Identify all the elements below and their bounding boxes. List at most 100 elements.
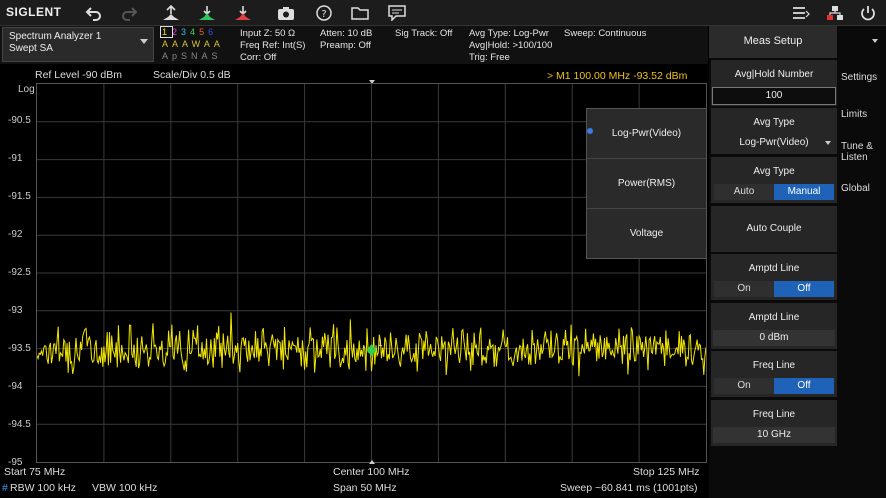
auto-couple-key[interactable]: Auto Couple bbox=[711, 206, 837, 252]
trace-3-number[interactable]: 3 bbox=[181, 27, 190, 37]
camera-icon[interactable] bbox=[275, 3, 297, 22]
trace-type-row: AAAWAA bbox=[162, 39, 224, 49]
freq-ref: Freq Ref: Int(S) bbox=[240, 40, 306, 51]
message-icon[interactable] bbox=[386, 3, 408, 22]
y-tick-label: -94 bbox=[8, 381, 23, 392]
freq-off-option[interactable]: Off bbox=[774, 378, 834, 394]
tab-limits[interactable]: Limits bbox=[841, 109, 867, 120]
freq-line-key[interactable]: Freq Line On Off bbox=[711, 351, 837, 397]
amptd-line-toggle[interactable]: On Off bbox=[714, 281, 834, 297]
tab-settings[interactable]: Settings bbox=[841, 72, 877, 83]
start-freq[interactable]: Start 75 MHz bbox=[4, 466, 65, 478]
freq-line2-label: Freq Line bbox=[752, 409, 796, 420]
trace-1-number[interactable]: 1 bbox=[159, 26, 174, 38]
option-voltage[interactable]: Voltage bbox=[587, 209, 706, 258]
scale-div: Scale/Div 0.5 dB bbox=[153, 69, 231, 81]
freq-line-value-key[interactable]: Freq Line 10 GHz bbox=[711, 400, 837, 446]
avg-type-mode-key[interactable]: Avg Type Auto Manual bbox=[711, 157, 837, 203]
freq-line-value[interactable]: 10 GHz bbox=[713, 427, 835, 443]
tab-global[interactable]: Global bbox=[841, 183, 870, 194]
meas-setup-header[interactable]: Meas Setup bbox=[709, 26, 837, 58]
chevron-down-icon bbox=[825, 141, 831, 145]
avg-type-key[interactable]: Avg Type Log-Pwr(Video) bbox=[711, 108, 837, 154]
chevron-down-icon bbox=[140, 39, 148, 44]
center-freq[interactable]: Center 100 MHz bbox=[333, 466, 409, 478]
option-voltage-label: Voltage bbox=[629, 228, 664, 239]
input-z: Input Z: 50 Ω bbox=[240, 28, 296, 39]
mode-line1: Spectrum Analyzer 1 bbox=[9, 31, 102, 42]
trace-5-number[interactable]: 5 bbox=[199, 27, 208, 37]
redo-icon[interactable] bbox=[118, 3, 140, 22]
rbw[interactable]: RBW 100 kHz bbox=[10, 482, 76, 494]
network-icon[interactable] bbox=[824, 3, 846, 22]
freq-on-option[interactable]: On bbox=[714, 378, 774, 394]
siglent-logo: SIGLENT bbox=[6, 5, 62, 19]
amptd-line2-label: Amptd Line bbox=[748, 312, 800, 323]
auto-option[interactable]: Auto bbox=[714, 184, 774, 200]
help-icon[interactable]: ? bbox=[313, 3, 335, 22]
trace-det-row: ApSNAS bbox=[162, 51, 222, 61]
avg-hold-input[interactable]: 100 bbox=[712, 87, 836, 105]
span[interactable]: Span 50 MHz bbox=[333, 482, 397, 494]
option-power-rms-label: Power(RMS) bbox=[617, 178, 676, 189]
y-tick-label: -91.5 bbox=[8, 191, 31, 202]
y-tick-label: -93 bbox=[8, 305, 23, 316]
power-icon[interactable] bbox=[857, 3, 879, 22]
panel-title: Meas Setup bbox=[743, 35, 803, 47]
amptd-on-option[interactable]: On bbox=[714, 281, 774, 297]
amptd-line-key[interactable]: Amptd Line On Off bbox=[711, 254, 837, 300]
amptd-line-value-key[interactable]: Amptd Line 0 dBm bbox=[711, 303, 837, 349]
option-power-rms[interactable]: Power(RMS) bbox=[587, 159, 706, 209]
tab-tune-listen[interactable]: Tune & Listen bbox=[841, 141, 873, 163]
atten: Atten: 10 dB bbox=[320, 28, 373, 39]
rbw-coupled-flag: # bbox=[2, 482, 8, 494]
avg-hold-status: Avg|Hold: >100/100 bbox=[469, 40, 553, 51]
avg-type-value: Log-Pwr(Video) bbox=[739, 137, 809, 148]
sweep-time[interactable]: Sweep ~60.841 ms (1001pts) bbox=[560, 482, 697, 494]
freq-line-label: Freq Line bbox=[752, 360, 796, 371]
trig-status: Trig: Free bbox=[469, 52, 510, 63]
chevron-down-icon[interactable] bbox=[872, 39, 878, 43]
center-bottom-marker-icon bbox=[369, 460, 375, 464]
avg-hold-label: Avg|Hold Number bbox=[734, 69, 814, 80]
trace-4-number[interactable]: 4 bbox=[190, 27, 199, 37]
stop-freq[interactable]: Stop 125 MHz bbox=[633, 466, 700, 478]
y-tick-label: -90.5 bbox=[8, 115, 31, 126]
option-log-pwr[interactable]: Log-Pwr(Video) bbox=[587, 109, 706, 159]
avg-type-select[interactable]: Log-Pwr(Video) bbox=[713, 135, 835, 151]
corr: Corr: Off bbox=[240, 52, 277, 63]
peak-icon[interactable] bbox=[160, 3, 182, 22]
auto-couple-label: Auto Couple bbox=[746, 223, 802, 234]
undo-icon[interactable] bbox=[83, 3, 105, 22]
trace-6-number[interactable]: 6 bbox=[208, 27, 217, 37]
marker-readout: > M1 100.00 MHz -93.52 dBm bbox=[547, 70, 688, 82]
avg-type-mode-label: Avg Type bbox=[753, 166, 795, 177]
marker-1-label: 1 bbox=[378, 338, 383, 348]
mode-selector[interactable]: Spectrum Analyzer 1 Swept SA bbox=[2, 27, 154, 62]
amptd-off-option[interactable]: Off bbox=[774, 281, 834, 297]
avg-type-label: Avg Type bbox=[753, 117, 795, 128]
freq-line-toggle[interactable]: On Off bbox=[714, 378, 834, 394]
sig-track: Sig Track: Off bbox=[395, 28, 453, 39]
menu-icon[interactable] bbox=[790, 3, 812, 22]
amptd-line-value[interactable]: 0 dBm bbox=[713, 330, 835, 346]
ref-level: Ref Level -90 dBm bbox=[35, 69, 122, 81]
marker-to-ref-icon[interactable] bbox=[232, 3, 254, 22]
trace-2-number[interactable]: 2 bbox=[172, 27, 181, 37]
svg-text:?: ? bbox=[321, 9, 326, 20]
y-tick-label: -94.5 bbox=[8, 419, 31, 430]
y-tick-label: -92.5 bbox=[8, 267, 31, 278]
vbw[interactable]: VBW 100 kHz bbox=[92, 482, 157, 494]
option-log-pwr-label: Log-Pwr(Video) bbox=[611, 128, 682, 139]
auto-manual-toggle[interactable]: Auto Manual bbox=[714, 184, 834, 200]
y-tick-label: -93.5 bbox=[8, 343, 31, 354]
manual-option[interactable]: Manual bbox=[774, 184, 834, 200]
y-tick-label: -91 bbox=[8, 153, 23, 164]
avg-type-status: Avg Type: Log-Pwr bbox=[469, 28, 549, 39]
y-tick-label: -92 bbox=[8, 229, 23, 240]
folder-icon[interactable] bbox=[349, 3, 371, 22]
marker-to-center-icon[interactable] bbox=[196, 3, 218, 22]
avg-hold-number-key[interactable]: Avg|Hold Number 100 bbox=[711, 60, 837, 106]
log-label: Log bbox=[18, 84, 35, 95]
mode-line2: Swept SA bbox=[9, 43, 53, 54]
